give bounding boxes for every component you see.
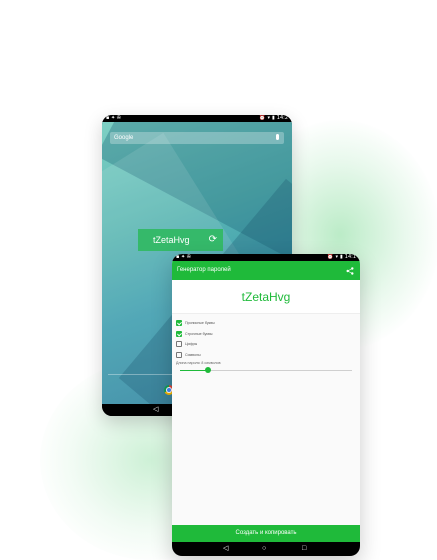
option-lowercase[interactable]: Строчные буквы (176, 329, 356, 340)
wifi-icon: ▾ (267, 115, 270, 121)
app-title: Генератор паролей (177, 267, 231, 273)
status-time: 14:1 (344, 254, 356, 260)
slider-fill (180, 369, 208, 371)
mic-icon[interactable] (276, 134, 279, 140)
checkbox-icon[interactable] (176, 320, 182, 327)
status-icons-left: ▪ ✦ ✇ (176, 254, 191, 260)
google-search-bar[interactable]: Google (110, 132, 284, 144)
option-label: Прописные буквы (185, 321, 215, 326)
phone-app-screen: ▪ ✦ ✇ ⏰ ▾ ▮ 14:1 Генератор паролей tZeta… (172, 254, 360, 556)
wifi-icon: ▾ (335, 254, 338, 260)
status-time: 14:2 (276, 115, 288, 121)
option-label: Строчные буквы (185, 331, 213, 336)
status-icons-right: ⏰ ▾ ▮ 14:1 (327, 254, 356, 261)
alarm-icon: ⏰ (327, 254, 334, 260)
generate-copy-button[interactable]: Создать и копировать (172, 525, 360, 542)
checkbox-icon[interactable] (176, 330, 182, 337)
option-label: Цифры (185, 342, 198, 347)
status-icons-right: ⏰ ▾ ▮ 14:2 (259, 115, 288, 122)
alarm-icon: ⏰ (259, 115, 266, 121)
status-icons-left: ▪ ✦ ✇ (106, 115, 121, 121)
nav-back-button[interactable]: ◁ (223, 542, 228, 556)
option-digits[interactable]: Цифры (176, 339, 356, 350)
battery-icon: ▮ (272, 115, 275, 121)
password-widget[interactable]: tZetaHvg ⟳ (138, 229, 223, 251)
navigation-bar: ◁ ○ □ (172, 542, 360, 556)
options-list: Прописные буквы Строчные буквы Цифры Сим… (172, 314, 360, 365)
status-bar: ▪ ✦ ✇ ⏰ ▾ ▮ 14:1 (172, 254, 360, 261)
google-search-label: Google (114, 135, 134, 141)
refresh-icon[interactable]: ⟳ (209, 229, 217, 251)
checkbox-icon[interactable] (176, 351, 182, 358)
length-slider[interactable] (176, 365, 356, 375)
share-icon[interactable] (346, 267, 354, 275)
dock-divider (108, 374, 178, 375)
password-display: tZetaHvg (172, 280, 360, 314)
option-symbols[interactable]: Символы (176, 350, 356, 361)
checkbox-icon[interactable] (176, 341, 182, 348)
nav-back-button[interactable]: ◁ (153, 404, 158, 416)
nav-recent-button[interactable]: □ (302, 542, 306, 556)
slider-thumb[interactable] (205, 367, 211, 373)
generated-password[interactable]: tZetaHvg (242, 290, 291, 304)
status-bar: ▪ ✦ ✇ ⏰ ▾ ▮ 14:2 (102, 115, 292, 122)
option-uppercase[interactable]: Прописные буквы (176, 318, 356, 329)
nav-home-button[interactable]: ○ (262, 542, 266, 556)
app-bar: Генератор паролей (172, 261, 360, 280)
battery-icon: ▮ (340, 254, 343, 260)
option-label: Символы (185, 352, 201, 357)
widget-password: tZetaHvg (153, 235, 190, 245)
